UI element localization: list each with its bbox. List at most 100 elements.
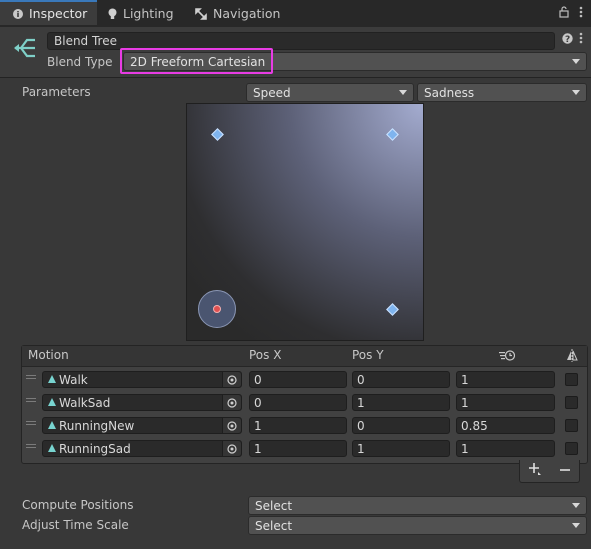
mirror-icon [566, 348, 578, 366]
posx-value: 0 [254, 395, 262, 410]
time-scale-field[interactable]: 0.85 [456, 417, 555, 434]
blend-space-visualization[interactable] [186, 103, 424, 341]
time-scale-field[interactable]: 1 [456, 371, 555, 388]
parameters-label: Parameters [22, 85, 91, 99]
object-picker-icon[interactable] [222, 418, 241, 433]
adjust-time-scale-label: Adjust Time Scale [22, 518, 129, 532]
motion-name: WalkSad [59, 395, 111, 410]
time-scale-value: 0.85 [461, 418, 488, 433]
parameter-x-dropdown[interactable]: Speed [246, 83, 414, 102]
animation-clip-icon [47, 373, 57, 387]
posx-header: Pos X [249, 348, 282, 362]
motion-field[interactable]: RunningSad [42, 440, 242, 457]
drag-handle-icon[interactable] [26, 444, 36, 450]
compute-positions-value: Select [255, 498, 293, 513]
posy-field[interactable]: 0 [352, 371, 450, 388]
info-icon [13, 8, 23, 19]
motion-field[interactable]: RunningNew [42, 417, 242, 434]
mirror-checkbox[interactable] [565, 419, 578, 432]
time-scale-field[interactable]: 1 [456, 440, 555, 457]
table-header: Motion Pos X Pos Y [22, 346, 587, 367]
posy-header: Pos Y [352, 348, 384, 362]
adjust-time-scale-value: Select [255, 518, 293, 533]
tab-navigation[interactable]: Navigation [195, 0, 280, 27]
posx-value: 1 [254, 418, 262, 433]
lock-icon[interactable] [559, 6, 569, 21]
compute-positions-dropdown[interactable]: Select [248, 496, 587, 515]
posx-value: 0 [254, 372, 262, 387]
drag-handle-icon[interactable] [26, 398, 36, 404]
motion-table: Motion Pos X Pos Y Walk 0 0 1 WalkSad 0 … [21, 345, 588, 464]
more-options-icon[interactable] [579, 6, 583, 21]
remove-motion-button[interactable] [559, 462, 571, 480]
mirror-checkbox[interactable] [565, 442, 578, 455]
posy-value: 1 [357, 441, 365, 456]
motion-header: Motion [28, 348, 69, 362]
table-row: RunningNew 1 0 0.85 [22, 414, 587, 437]
tab-bar: Inspector Lighting Navigation [0, 0, 591, 27]
table-row: RunningSad 1 1 1 [22, 437, 587, 460]
motion-field[interactable]: Walk [42, 371, 242, 388]
drag-handle-icon[interactable] [26, 421, 36, 427]
chevron-down-icon [572, 523, 580, 528]
tab-label: Navigation [213, 6, 281, 21]
mirror-checkbox[interactable] [565, 373, 578, 386]
tab-lighting[interactable]: Lighting [108, 0, 174, 27]
time-scale-value: 1 [461, 372, 469, 387]
drag-handle-icon[interactable] [26, 375, 36, 381]
parameter-y-dropdown[interactable]: Sadness [417, 83, 587, 102]
lightbulb-icon [108, 8, 117, 20]
posx-field[interactable]: 1 [249, 440, 347, 457]
component-menu-icon[interactable] [579, 32, 583, 47]
object-picker-icon[interactable] [222, 395, 241, 410]
time-scale-value: 1 [461, 441, 469, 456]
tab-inspector[interactable]: Inspector [0, 0, 97, 25]
time-scale-field[interactable]: 1 [456, 394, 555, 411]
posy-field[interactable]: 1 [352, 440, 450, 457]
parameter-x-value: Speed [253, 85, 291, 100]
blend-tree-icon [12, 35, 38, 64]
posx-field[interactable]: 1 [249, 417, 347, 434]
time-scale-value: 1 [461, 395, 469, 410]
time-scale-icon [499, 349, 516, 365]
tab-label: Lighting [123, 6, 174, 21]
mirror-checkbox[interactable] [565, 396, 578, 409]
animation-clip-icon [47, 419, 57, 433]
chevron-down-icon [572, 90, 580, 95]
table-row: WalkSad 0 1 1 [22, 391, 587, 414]
navigation-icon [195, 7, 207, 20]
compute-positions-label: Compute Positions [22, 498, 134, 512]
object-picker-icon[interactable] [222, 372, 241, 387]
posy-field[interactable]: 0 [352, 417, 450, 434]
current-position-marker[interactable] [213, 305, 221, 313]
svg-text:?: ? [565, 35, 570, 44]
animation-clip-icon [47, 442, 57, 456]
add-motion-button[interactable] [528, 462, 542, 480]
tab-bar-controls [559, 6, 583, 21]
blend-type-label: Blend Type [47, 55, 113, 69]
animation-clip-icon [47, 396, 57, 410]
posy-value: 0 [357, 372, 365, 387]
posx-value: 1 [254, 441, 262, 456]
help-icon[interactable]: ? [562, 33, 573, 47]
tab-label: Inspector [29, 6, 88, 21]
object-picker-icon[interactable] [222, 441, 241, 456]
chevron-down-icon [572, 503, 580, 508]
parameter-y-value: Sadness [424, 85, 475, 100]
posy-value: 0 [357, 418, 365, 433]
chevron-down-icon [572, 59, 580, 64]
posx-field[interactable]: 0 [249, 371, 347, 388]
posy-field[interactable]: 1 [352, 394, 450, 411]
motion-name: RunningNew [59, 418, 135, 433]
posy-value: 1 [357, 395, 365, 410]
motion-field[interactable]: WalkSad [42, 394, 242, 411]
table-row: Walk 0 0 1 [22, 368, 587, 391]
posx-field[interactable]: 0 [249, 394, 347, 411]
chevron-down-icon [399, 90, 407, 95]
motion-name: Walk [59, 372, 88, 387]
adjust-time-scale-dropdown[interactable]: Select [248, 516, 587, 535]
list-footer [519, 460, 580, 483]
motion-name: RunningSad [59, 441, 131, 456]
name-value: Blend Tree [54, 34, 117, 48]
highlight-box [120, 48, 273, 74]
